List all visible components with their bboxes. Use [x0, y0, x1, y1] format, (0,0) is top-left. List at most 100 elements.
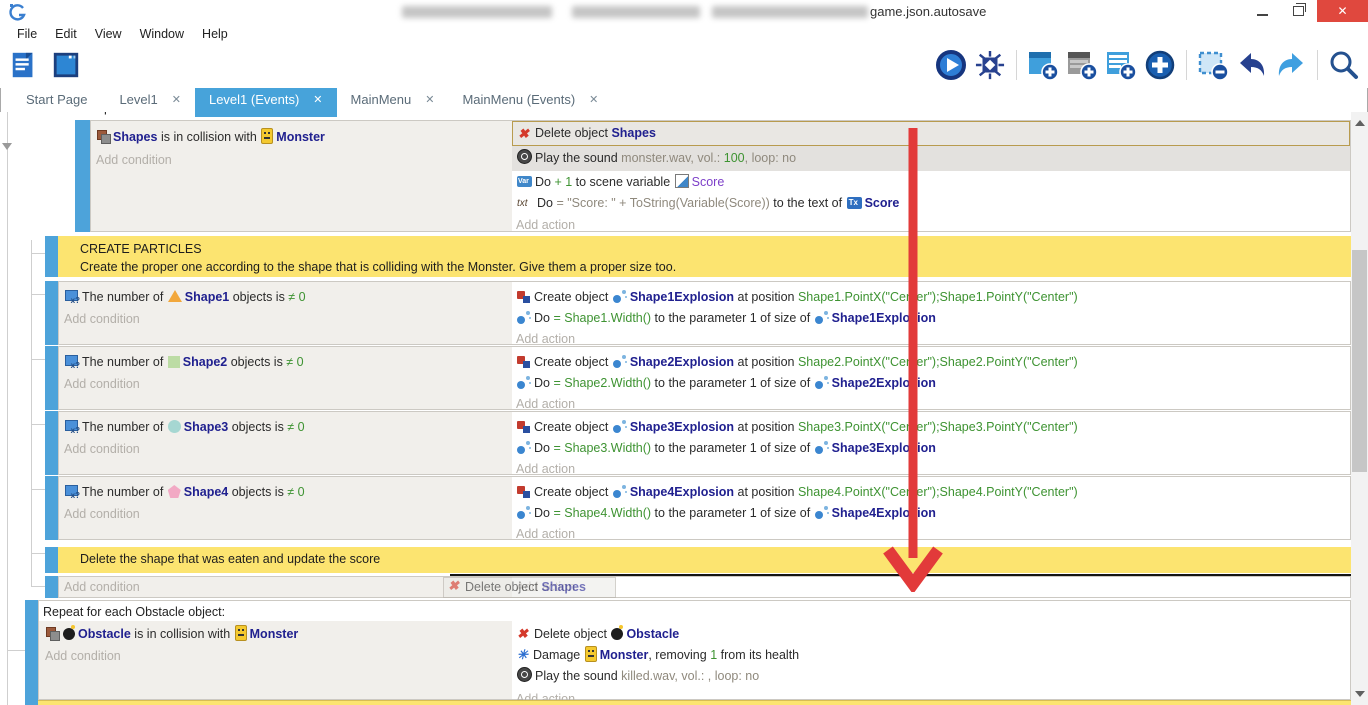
menu-window[interactable]: Window [131, 27, 193, 41]
event-block-shape4: The number of Shape4 objects is ≠ 0 Add … [0, 476, 1351, 540]
particle-icon [517, 506, 531, 519]
action-row[interactable]: Do = "Score: " + ToString(Variable(Score… [516, 193, 1348, 214]
delete-button[interactable] [1197, 49, 1229, 81]
restore-button[interactable] [1283, 0, 1313, 22]
delete-icon [448, 580, 462, 593]
monster-icon [585, 646, 597, 662]
text-segment: from its health [717, 648, 799, 662]
action-row[interactable]: Delete object Obstacle [516, 624, 1348, 645]
scrollbar-thumb[interactable] [1352, 250, 1367, 472]
vertical-scrollbar[interactable] [1351, 112, 1368, 705]
minimize-button[interactable] [1247, 0, 1277, 22]
text-segment: = Shape1.Width() [553, 311, 651, 325]
condition-row[interactable]: The number of Shape4 objects is ≠ 0 [64, 482, 510, 503]
tab-start-page[interactable]: Start Page [12, 88, 101, 112]
tab-close-icon[interactable]: ✕ [313, 88, 322, 117]
menu-edit[interactable]: Edit [46, 27, 86, 41]
action-row[interactable]: Create object Shape2Explosion at positio… [516, 352, 1348, 373]
scroll-up-icon[interactable] [1355, 120, 1365, 126]
text-segment: Shape4Explosion [630, 485, 734, 499]
text-segment: Shape3.PointX("Center");Shape3.PointY("C… [798, 420, 1078, 434]
action-row[interactable]: Damage Monster, removing 1 from its heal… [516, 645, 1348, 666]
menu-view[interactable]: View [86, 27, 131, 41]
add-action-link[interactable]: Add action [516, 215, 1348, 236]
comment-block-create-particles[interactable]: CREATE PARTICLES Create the proper one a… [0, 236, 1351, 277]
tab-mainmenu[interactable]: MainMenu ✕ [337, 88, 449, 112]
action-row[interactable]: Do + 1 to scene variable Score [516, 172, 1348, 193]
event-indent-bar [45, 411, 58, 475]
tab-close-icon[interactable]: ✕ [172, 88, 181, 112]
add-condition-link[interactable]: Add condition [64, 504, 510, 525]
text-segment: to the text of [770, 196, 846, 210]
menu-file[interactable]: File [8, 27, 46, 41]
text-segment: objects is [227, 355, 286, 369]
title-bar: game.json.autosave ✕ [0, 0, 1368, 25]
action-row[interactable]: Create object Shape1Explosion at positio… [516, 287, 1348, 308]
search-button[interactable] [1328, 49, 1360, 81]
tab-close-icon[interactable]: ✕ [425, 88, 434, 112]
action-row[interactable]: Do = Shape2.Width() to the parameter 1 o… [516, 373, 1348, 394]
redo-button[interactable] [1275, 49, 1307, 81]
tab-close-icon[interactable]: ✕ [589, 88, 598, 112]
text-segment: Shape1Explosion [832, 311, 936, 325]
text-segment: at position [734, 290, 798, 304]
action-row-selected[interactable]: Delete object Shapes [512, 121, 1350, 146]
action-row[interactable]: Create object Shape4Explosion at positio… [516, 482, 1348, 503]
text-segment: killed.wav, vol.: , loop: no [621, 669, 759, 683]
event-indent-bar [25, 700, 38, 705]
tab-mainmenu-events[interactable]: MainMenu (Events) ✕ [448, 88, 612, 112]
condition-row[interactable]: The number of Shape1 objects is ≠ 0 [64, 287, 510, 308]
text-segment: objects is [228, 485, 287, 499]
event-indent-bar [45, 281, 58, 345]
condition-row[interactable]: The number of Shape2 objects is ≠ 0 [64, 352, 510, 373]
debug-button[interactable] [974, 49, 1006, 81]
particle-icon [517, 311, 531, 324]
tab-level1[interactable]: Level1 ✕ [105, 88, 195, 112]
text-segment: Shape2 [183, 355, 227, 369]
action-row[interactable]: Do = Shape4.Width() to the parameter 1 o… [516, 503, 1348, 524]
new-scene-button[interactable] [1027, 49, 1059, 81]
text-segment: , loop: no [745, 151, 796, 165]
action-row[interactable]: Do = Shape3.Width() to the parameter 1 o… [516, 438, 1348, 459]
condition-row[interactable]: Obstacle is in collision with Monster [45, 624, 510, 645]
redo-icon [1275, 49, 1307, 81]
add-condition-link[interactable]: Add condition [96, 150, 510, 171]
action-row[interactable]: Do = Shape1.Width() to the parameter 1 o… [516, 308, 1348, 329]
comment-block-delete-shape[interactable]: Delete the shape that was eaten and upda… [0, 547, 1351, 573]
scene-editor-button[interactable] [50, 49, 82, 81]
text-segment: Shapes [113, 130, 157, 144]
condition-row[interactable]: The number of Shape3 objects is ≠ 0 [64, 417, 510, 438]
action-row[interactable]: Create object Shape3Explosion at positio… [516, 417, 1348, 438]
add-condition-link[interactable]: Add condition [64, 374, 510, 395]
undo-button[interactable] [1236, 49, 1268, 81]
menu-help[interactable]: Help [193, 27, 237, 41]
add-condition-link[interactable]: Add condition [45, 646, 510, 667]
event-block-shapes-collision: Shapes is in collision with Monster Add … [0, 120, 1351, 232]
add-action-link[interactable]: Add action [516, 577, 1348, 598]
text-segment: Damage [533, 648, 584, 662]
sound-icon [517, 667, 532, 682]
text-segment: + 1 [554, 175, 572, 189]
add-button[interactable] [1144, 49, 1176, 81]
delete-icon [517, 627, 531, 640]
add-condition-link[interactable]: Add condition [64, 309, 510, 330]
condition-row[interactable]: Shapes is in collision with Monster [96, 127, 510, 148]
repeat-label[interactable]: Repeat for each Obstacle object: [43, 602, 1348, 623]
text-segment: to the parameter 1 of size of [651, 311, 814, 325]
text-segment: Shapes [611, 126, 655, 140]
tab-level1-events[interactable]: Level1 (Events) ✕ [195, 88, 337, 117]
project-manager-button[interactable] [8, 49, 40, 81]
scroll-down-icon[interactable] [1355, 691, 1365, 697]
text-segment: The number of [82, 420, 167, 434]
shape2-icon [168, 356, 180, 368]
action-row[interactable]: Play the sound killed.wav, vol.: , loop:… [516, 666, 1348, 687]
particle-icon [613, 355, 627, 368]
new-external-layout-button[interactable] [1105, 49, 1137, 81]
text-segment: Delete object [465, 580, 541, 594]
add-condition-link[interactable]: Add condition [64, 439, 510, 460]
close-button[interactable]: ✕ [1317, 0, 1368, 22]
add-action-link[interactable]: Add action [516, 524, 1348, 545]
new-external-events-button[interactable] [1066, 49, 1098, 81]
action-row[interactable]: Play the sound monster.wav, vol.: 100, l… [512, 146, 1350, 171]
play-button[interactable] [935, 49, 967, 81]
